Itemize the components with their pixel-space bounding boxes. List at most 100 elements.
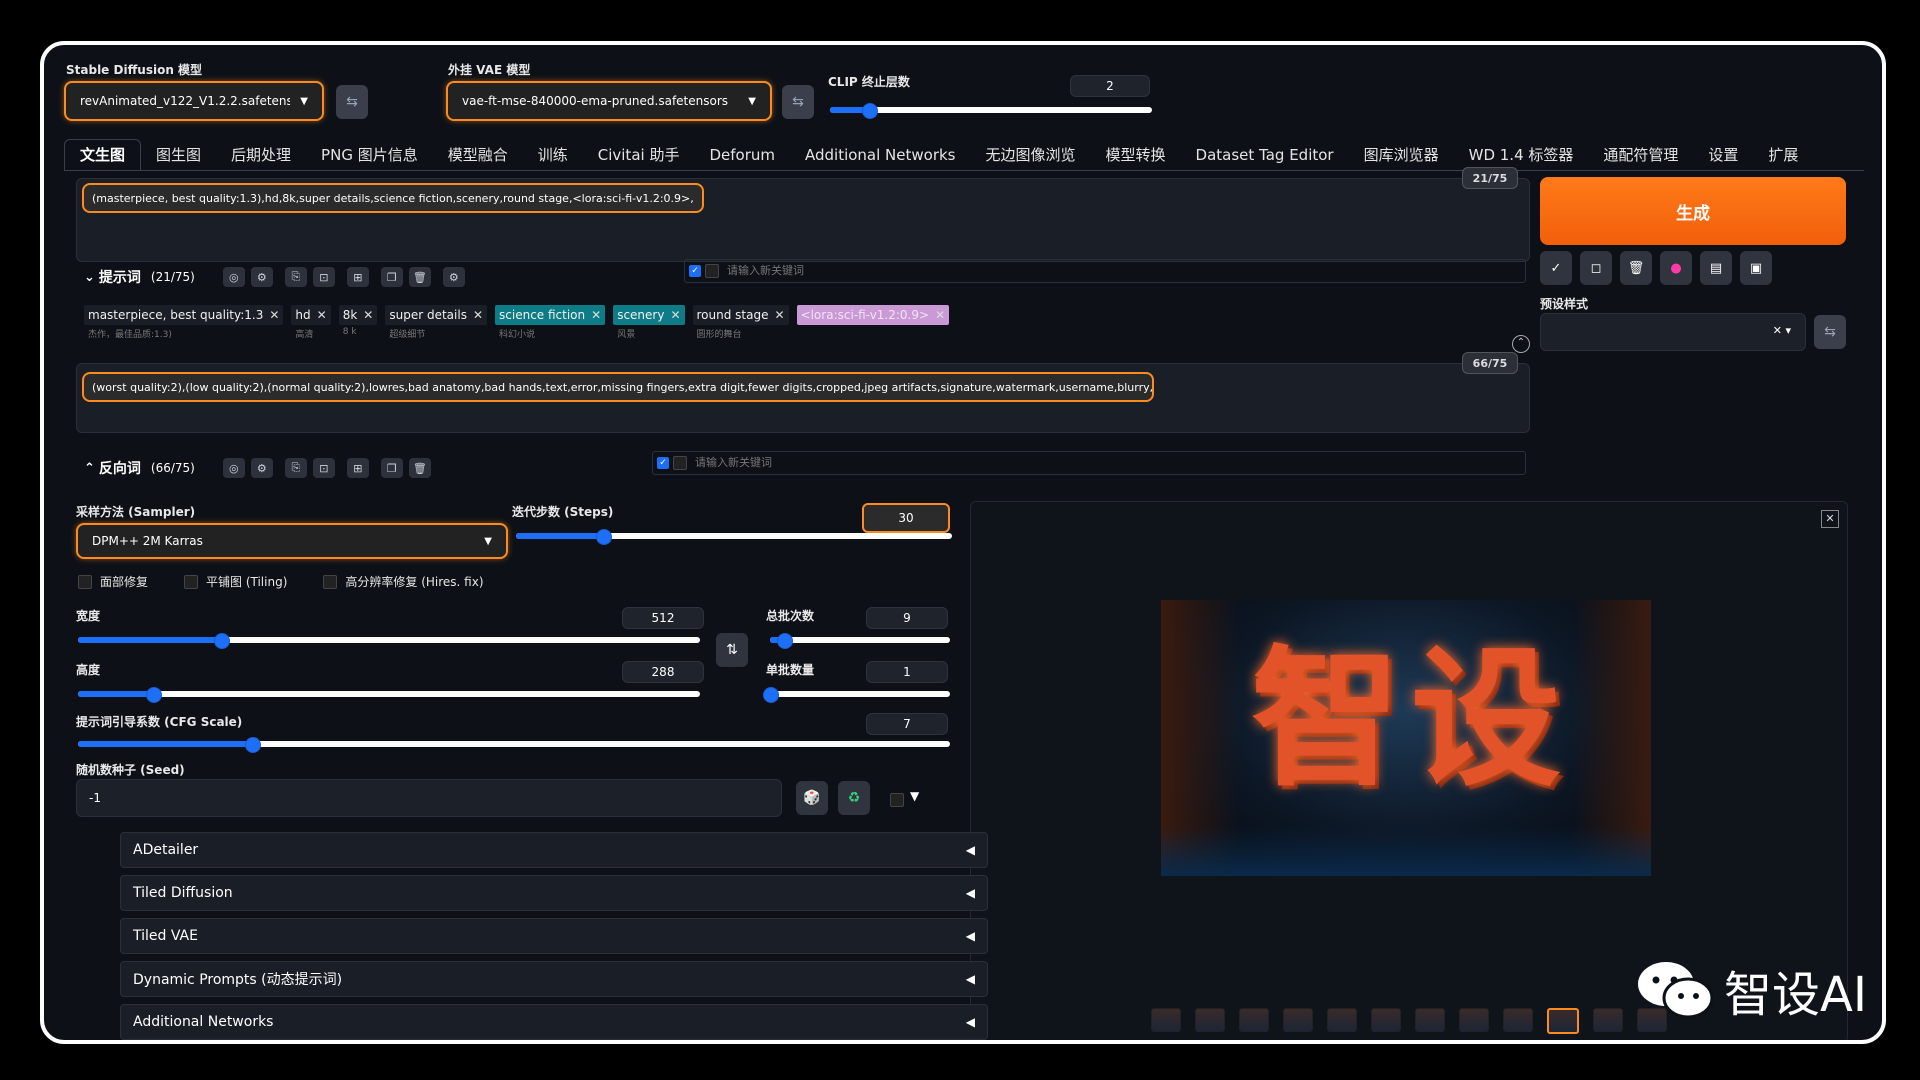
clip-input[interactable]: 2 bbox=[1070, 75, 1150, 97]
tab-0[interactable]: 文生图 bbox=[64, 139, 142, 170]
cfg-input[interactable]: 7 bbox=[866, 713, 948, 735]
prompt-tag-chip[interactable]: masterpiece, best quality:1.3 ✕ bbox=[84, 305, 284, 325]
prompt-keyword-input[interactable] bbox=[725, 264, 1329, 278]
accordion-2[interactable]: Tiled VAE ◀ bbox=[120, 918, 988, 954]
steps-input[interactable]: 30 bbox=[862, 503, 950, 533]
collapse-up-icon[interactable]: ⌃ bbox=[1512, 335, 1530, 353]
tab-3[interactable]: PNG 图片信息 bbox=[306, 140, 433, 170]
seed-input[interactable]: -1 bbox=[76, 779, 782, 817]
tab-8[interactable]: Additional Networks bbox=[790, 140, 971, 170]
steps-slider[interactable] bbox=[516, 529, 952, 545]
batch-size-slider-handle[interactable] bbox=[763, 687, 779, 703]
import-icon[interactable]: ⎘ bbox=[284, 458, 307, 478]
thumbnail[interactable] bbox=[1503, 1008, 1533, 1032]
reuse-seed-button[interactable]: ♻ bbox=[838, 781, 870, 815]
prompt-tag[interactable]: super details ✕ 超级细节 bbox=[385, 305, 488, 340]
prompt-tag-chip[interactable]: hd ✕ bbox=[291, 305, 331, 325]
thumbnail[interactable] bbox=[1151, 1008, 1181, 1032]
tab-9[interactable]: 无边图像浏览 bbox=[971, 140, 1091, 170]
sampler-dropdown[interactable]: DPM++ 2M Karras ▼ bbox=[76, 523, 508, 559]
clip-slider-handle[interactable] bbox=[861, 103, 878, 119]
prompt-tag[interactable]: scenery ✕ 风景 bbox=[613, 305, 685, 340]
width-input[interactable]: 512 bbox=[622, 607, 704, 629]
prompt-tag[interactable]: round stage ✕ 圆形的舞台 bbox=[692, 305, 789, 340]
thumbnail[interactable] bbox=[1459, 1008, 1489, 1032]
generate-button[interactable]: 生成 bbox=[1540, 177, 1846, 245]
negative-keyword-input[interactable] bbox=[693, 456, 1297, 470]
checkbox-icon[interactable]: ✓ bbox=[657, 457, 669, 469]
tab-13[interactable]: WD 1.4 标签器 bbox=[1454, 140, 1589, 170]
bookmark-icon[interactable]: ⊡ bbox=[312, 458, 335, 478]
trash-icon[interactable]: 🗑 bbox=[408, 267, 431, 287]
cfg-slider-handle[interactable] bbox=[245, 737, 262, 753]
tab-10[interactable]: 模型转换 bbox=[1091, 140, 1181, 170]
checkbox-icon[interactable]: ✓ bbox=[689, 265, 701, 277]
tab-16[interactable]: 扩展 bbox=[1753, 140, 1813, 170]
thumbnail[interactable] bbox=[1239, 1008, 1269, 1032]
tab-5[interactable]: 训练 bbox=[523, 140, 583, 170]
height-slider-handle[interactable] bbox=[145, 687, 162, 703]
batch-count-input[interactable]: 9 bbox=[866, 607, 948, 629]
thumbnail[interactable] bbox=[1327, 1008, 1357, 1032]
batch-size-slider[interactable] bbox=[763, 687, 950, 703]
remove-tag-icon[interactable]: ✕ bbox=[935, 308, 945, 322]
remove-tag-icon[interactable]: ✕ bbox=[363, 308, 373, 322]
globe-icon[interactable]: ◎ bbox=[222, 267, 245, 287]
remove-tag-icon[interactable]: ✕ bbox=[473, 308, 483, 322]
height-input[interactable]: 288 bbox=[622, 661, 704, 683]
palette-icon[interactable]: ● bbox=[1660, 251, 1692, 285]
save-icon[interactable]: ▣ bbox=[1740, 251, 1772, 285]
tab-11[interactable]: Dataset Tag Editor bbox=[1181, 140, 1349, 170]
prompt-tag-chip[interactable]: super details ✕ bbox=[385, 305, 488, 325]
random-seed-button[interactable]: 🎲 bbox=[796, 781, 828, 815]
collapse-icon[interactable]: ⌄ bbox=[84, 270, 95, 285]
sd-model-dropdown[interactable]: revAnimated_v122_V1.2.2.safetensors [419… bbox=[64, 81, 324, 121]
width-slider-handle[interactable] bbox=[214, 633, 231, 649]
prompt-text[interactable]: (masterpiece, best quality:1.3),hd,8k,su… bbox=[82, 183, 704, 213]
tab-6[interactable]: Civitai 助手 bbox=[583, 140, 695, 170]
accordion-0[interactable]: ADetailer ◀ bbox=[120, 832, 988, 868]
refresh-vae-button[interactable]: ⇆ bbox=[782, 85, 814, 119]
clear-icon[interactable]: ✕ ▾ bbox=[1773, 324, 1791, 337]
thumbnail[interactable] bbox=[1283, 1008, 1313, 1032]
trash-icon[interactable]: 🗑 bbox=[408, 458, 431, 478]
square-icon[interactable]: ◻ bbox=[1580, 251, 1612, 285]
tiling-checkbox[interactable] bbox=[184, 574, 199, 589]
toggle-icon[interactable] bbox=[705, 264, 719, 278]
tab-15[interactable]: 设置 bbox=[1693, 140, 1753, 170]
height-slider[interactable] bbox=[78, 687, 700, 703]
translate-icon[interactable]: ⊞ bbox=[346, 458, 369, 478]
generated-image[interactable]: 智设 bbox=[1161, 600, 1651, 876]
expand-triangle-icon[interactable]: ▼ bbox=[910, 789, 919, 803]
translate-icon[interactable]: ⊞ bbox=[346, 267, 369, 287]
globe-icon[interactable]: ◎ bbox=[222, 458, 245, 478]
thumbnail[interactable] bbox=[1371, 1008, 1401, 1032]
remove-tag-icon[interactable]: ✕ bbox=[670, 308, 680, 322]
prompt-tag[interactable]: hd ✕ 高清 bbox=[291, 305, 331, 340]
tab-1[interactable]: 图生图 bbox=[141, 140, 216, 170]
bookmark-icon[interactable]: ⊡ bbox=[312, 267, 335, 287]
thumbnail[interactable] bbox=[1195, 1008, 1225, 1032]
prompt-tag-chip[interactable]: <lora:sci-fi-v1.2:0.9> ✕ bbox=[796, 305, 950, 325]
import-icon[interactable]: ⎘ bbox=[284, 267, 307, 287]
copy-icon[interactable]: ❐ bbox=[380, 458, 403, 478]
hires-fix-checkbox[interactable] bbox=[323, 574, 338, 589]
clipboard-icon[interactable]: ▤ bbox=[1700, 251, 1732, 285]
width-slider[interactable] bbox=[78, 633, 700, 649]
toggle-icon[interactable] bbox=[673, 456, 687, 470]
prompt-tag[interactable]: science fiction ✕ 科幻小说 bbox=[495, 305, 606, 340]
steps-slider-handle[interactable] bbox=[596, 529, 613, 545]
tab-7[interactable]: Deforum bbox=[694, 140, 790, 170]
batch-count-slider[interactable] bbox=[770, 633, 950, 649]
refresh-model-button[interactable]: ⇆ bbox=[336, 85, 368, 119]
batch-count-slider-handle[interactable] bbox=[777, 633, 794, 649]
check-icon[interactable]: ✓ bbox=[1540, 251, 1572, 285]
close-icon[interactable]: ✕ bbox=[1821, 510, 1839, 528]
gear-icon[interactable]: ⚙ bbox=[250, 267, 273, 287]
prompt-tag[interactable]: <lora:sci-fi-v1.2:0.9> ✕ bbox=[796, 305, 950, 340]
batch-size-input[interactable]: 1 bbox=[866, 661, 948, 683]
accordion-3[interactable]: Dynamic Prompts (动态提示词) ◀ bbox=[120, 961, 988, 997]
tab-12[interactable]: 图库浏览器 bbox=[1349, 140, 1454, 170]
remove-tag-icon[interactable]: ✕ bbox=[317, 308, 327, 322]
prompt-tag-chip[interactable]: 8k ✕ bbox=[338, 305, 378, 325]
